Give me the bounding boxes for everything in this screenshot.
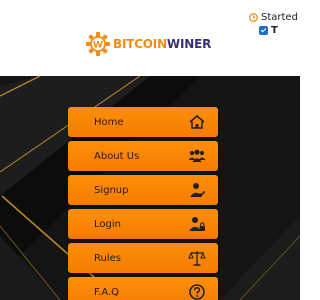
brand-name-part-b: WINER bbox=[166, 37, 212, 51]
menu-item-label: Login bbox=[94, 218, 121, 230]
logo-mark-letter: W bbox=[93, 41, 103, 51]
brand-name-part-a: BITCOIN bbox=[113, 37, 167, 51]
site-logo[interactable]: W BITCOINWINER bbox=[86, 32, 211, 56]
social-label: T bbox=[271, 25, 278, 36]
menu-item-rules[interactable]: Rules bbox=[68, 243, 218, 273]
scales-icon bbox=[188, 251, 206, 266]
page: W BITCOINWINER Started Da T bbox=[0, 0, 300, 300]
twitter-icon[interactable] bbox=[259, 26, 268, 35]
brand-name: BITCOINWINER bbox=[113, 37, 211, 51]
menu-item-faq[interactable]: F.A.Q bbox=[68, 277, 218, 300]
started-date-text: Started Da bbox=[261, 12, 300, 23]
question-icon bbox=[189, 284, 205, 300]
users-icon bbox=[188, 149, 206, 162]
started-date-info: Started Da bbox=[249, 12, 300, 23]
home-icon bbox=[189, 115, 205, 129]
menu-item-label: Signup bbox=[94, 184, 129, 196]
menu-item-label: About Us bbox=[94, 150, 140, 162]
menu-item-about-us[interactable]: About Us bbox=[68, 141, 218, 171]
menu-item-home[interactable]: Home bbox=[68, 107, 218, 137]
social-link[interactable]: T bbox=[259, 25, 278, 36]
menu-item-signup[interactable]: Signup bbox=[68, 175, 218, 205]
main-menu: Home About Us Signup Login Rules F.A.Q bbox=[68, 107, 218, 300]
site-header: W BITCOINWINER Started Da T bbox=[0, 0, 300, 76]
menu-item-label: Rules bbox=[94, 252, 121, 264]
menu-item-label: Home bbox=[94, 116, 124, 128]
menu-item-label: F.A.Q bbox=[94, 286, 120, 298]
clock-icon bbox=[249, 13, 258, 22]
user-check-icon bbox=[190, 183, 206, 197]
user-lock-icon bbox=[189, 217, 205, 231]
menu-item-login[interactable]: Login bbox=[68, 209, 218, 239]
logo-badge-icon: W bbox=[86, 32, 110, 56]
